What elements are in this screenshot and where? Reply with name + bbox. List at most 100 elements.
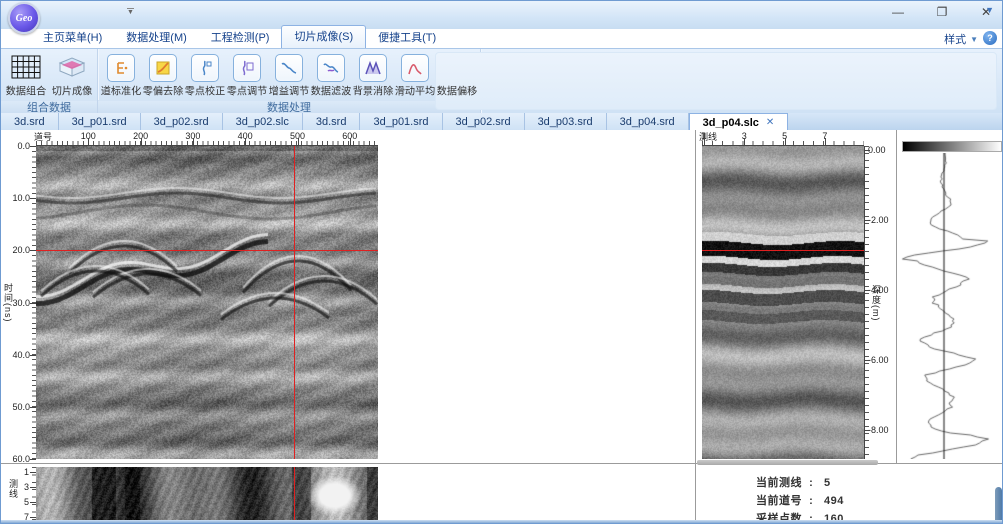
status-current-trace-value: 494 [823, 495, 844, 507]
zero-adjust-icon [233, 54, 261, 82]
main-y-tick: 0.0 [17, 141, 30, 151]
minimize-button[interactable]: — [888, 4, 908, 20]
line-y-tickmark [864, 290, 870, 291]
doc-tab-4[interactable]: 3d.srd [302, 113, 361, 130]
ribbon-button-background-remove[interactable]: 背景消除 [352, 51, 394, 100]
vertical-scrollbar-thumb[interactable] [995, 487, 1002, 523]
restore-button[interactable]: ❐ [932, 4, 952, 20]
ribbon-button-label: 滑动平均 [394, 86, 436, 98]
doc-tab-label: 3d.srd [315, 116, 347, 128]
ribbon-button-label: 零点调节 [226, 86, 268, 98]
line-y-tick: 0.00 [868, 145, 886, 155]
menu-tab-slice[interactable]: 切片成像(S) [281, 25, 367, 48]
status-current-trace: 当前道号 : 494 [756, 492, 844, 508]
line-y-tick: -4.00 [868, 285, 889, 295]
dc-remove-icon [149, 54, 177, 82]
slice-y-tickmark [30, 472, 36, 473]
line-x-tickmark [744, 138, 746, 145]
ribbon-button-label: 道标准化 [100, 86, 142, 98]
slice-icon [57, 52, 87, 82]
tab-list-dropdown-icon[interactable]: ▼ [985, 5, 994, 15]
doc-tab-1[interactable]: 3d_p01.srd [58, 113, 141, 130]
line-y-tickmark [864, 430, 870, 431]
doc-tab-label: 3d_p04.srd [619, 116, 675, 128]
ribbon-button-moving-average[interactable]: 滑动平均 [394, 51, 436, 100]
trace-waveform-view[interactable] [899, 153, 1002, 459]
menu-tab-inspect[interactable]: 工程检测(P) [199, 27, 282, 48]
ribbon-button-data-filter[interactable]: 数据滤波 [310, 51, 352, 100]
slice-y-tick: 7 [23, 512, 29, 522]
zero-correct-icon [191, 54, 219, 82]
doc-tab-label: 3d_p03.srd [537, 116, 593, 128]
doc-tab-label: 3d_p04.slc [702, 116, 759, 129]
filter-icon [317, 54, 345, 82]
ribbon-group: 数据组合 切片成像 组合数据 [1, 49, 98, 116]
ribbon-button-zero-correct[interactable]: 零点校正 [184, 51, 226, 100]
menu-tab-process[interactable]: 数据处理(M) [114, 27, 199, 48]
doc-tab-5[interactable]: 3d_p01.srd [360, 113, 443, 130]
menu-tab-home[interactable]: 主页菜单(H) [31, 27, 114, 48]
doc-tab-2[interactable]: 3d_p02.srd [140, 113, 223, 130]
doc-tab-label: 3d_p02.srd [455, 116, 511, 128]
menu-tab-tools[interactable]: 便捷工具(T) [366, 27, 448, 48]
help-icon[interactable]: ? [983, 31, 997, 45]
line-y-tickmark [864, 360, 870, 361]
main-y-tick: 40.0 [12, 349, 30, 360]
main-y-tick: 20.0 [12, 245, 30, 256]
ribbon-button-gain-adjust[interactable]: 增益调节 [268, 51, 310, 100]
ribbon-button-label: 增益调节 [268, 86, 310, 98]
gain-adjust-icon [275, 54, 303, 82]
line-x-tickmark [784, 138, 786, 145]
main-x-tickmark [88, 138, 90, 145]
menu-items: 主页菜单(H) 数据处理(M) 工程检测(P) 切片成像(S) 便捷工具(T) [31, 25, 1002, 48]
ribbon-empty-area [435, 52, 997, 110]
line-y-tick: -6.00 [868, 355, 889, 365]
doc-tab-3[interactable]: 3d_p02.slc [222, 113, 303, 130]
quick-access-dropdown-icon[interactable]: ▼ [127, 8, 134, 16]
ribbon-button-label: 数据偏移 [436, 86, 478, 98]
slice-y-tickmark [30, 487, 36, 488]
main-y-tick: 10.0 [12, 193, 30, 204]
line-bscan-view[interactable] [702, 146, 864, 459]
close-tab-icon[interactable]: ✕ [766, 117, 774, 128]
main-x-tickmark [192, 138, 194, 145]
ribbon-button-label: 背景消除 [352, 86, 394, 98]
main-y-tickmark [30, 250, 36, 252]
ribbon-button-zero-adjust[interactable]: 零点调节 [226, 51, 268, 100]
doc-tab-label: 3d_p02.srd [153, 116, 209, 128]
chevron-down-icon: ▼ [970, 34, 978, 44]
line-y-tick: -2.00 [868, 215, 889, 225]
doc-tab-7[interactable]: 3d_p03.srd [524, 113, 607, 130]
line-panel-scrollbar[interactable] [697, 460, 878, 465]
ribbon-group: 道标准化 零偏去除 零点校正 零点调节 增益调节 数据滤波 背景消除 滑动平均 数据偏移 数据处理 [98, 49, 481, 116]
status-current-line: 当前测线 : 5 [756, 474, 831, 490]
background-remove-icon [359, 54, 387, 82]
slice-y-tick: 5 [23, 497, 29, 507]
status-current-trace-label: 当前道号 [756, 495, 802, 507]
window-bottom-edge [1, 520, 1002, 523]
main-crosshair-horizontal[interactable] [36, 250, 378, 251]
doc-tab-label: 3d_p01.srd [71, 116, 127, 128]
main-crosshair-vertical[interactable] [294, 146, 295, 459]
ribbon-button-trace-normalize[interactable]: 道标准化 [100, 51, 142, 100]
ribbon-button-slice-imaging[interactable]: 切片成像 [49, 51, 95, 100]
panel-separator-left [695, 130, 696, 523]
slice-view[interactable] [36, 467, 378, 523]
ribbon-button-label: 数据滤波 [310, 86, 352, 98]
doc-tab-6[interactable]: 3d_p02.srd [442, 113, 525, 130]
doc-tab-8[interactable]: 3d_p04.srd [606, 113, 689, 130]
trace-normalize-icon [107, 54, 135, 82]
main-bscan-view[interactable] [36, 146, 378, 459]
slice-crosshair-vertical[interactable] [294, 467, 295, 523]
grid-icon [11, 52, 41, 82]
line-crosshair-horizontal[interactable] [702, 250, 864, 251]
ribbon-button-dc-remove[interactable]: 零偏去除 [142, 51, 184, 100]
main-x-tickmark [349, 138, 351, 145]
doc-tab-0[interactable]: 3d.srd [1, 113, 59, 130]
ribbon-button-data-combine[interactable]: 数据组合 [3, 51, 49, 100]
style-dropdown[interactable]: 样式 ▼ [944, 31, 978, 47]
doc-tab-label: 3d_p01.srd [373, 116, 429, 128]
main-x-tickmark [297, 138, 299, 145]
doc-tab-9[interactable]: 3d_p04.slc ✕ [688, 113, 789, 130]
main-y-tickmark [30, 354, 36, 356]
